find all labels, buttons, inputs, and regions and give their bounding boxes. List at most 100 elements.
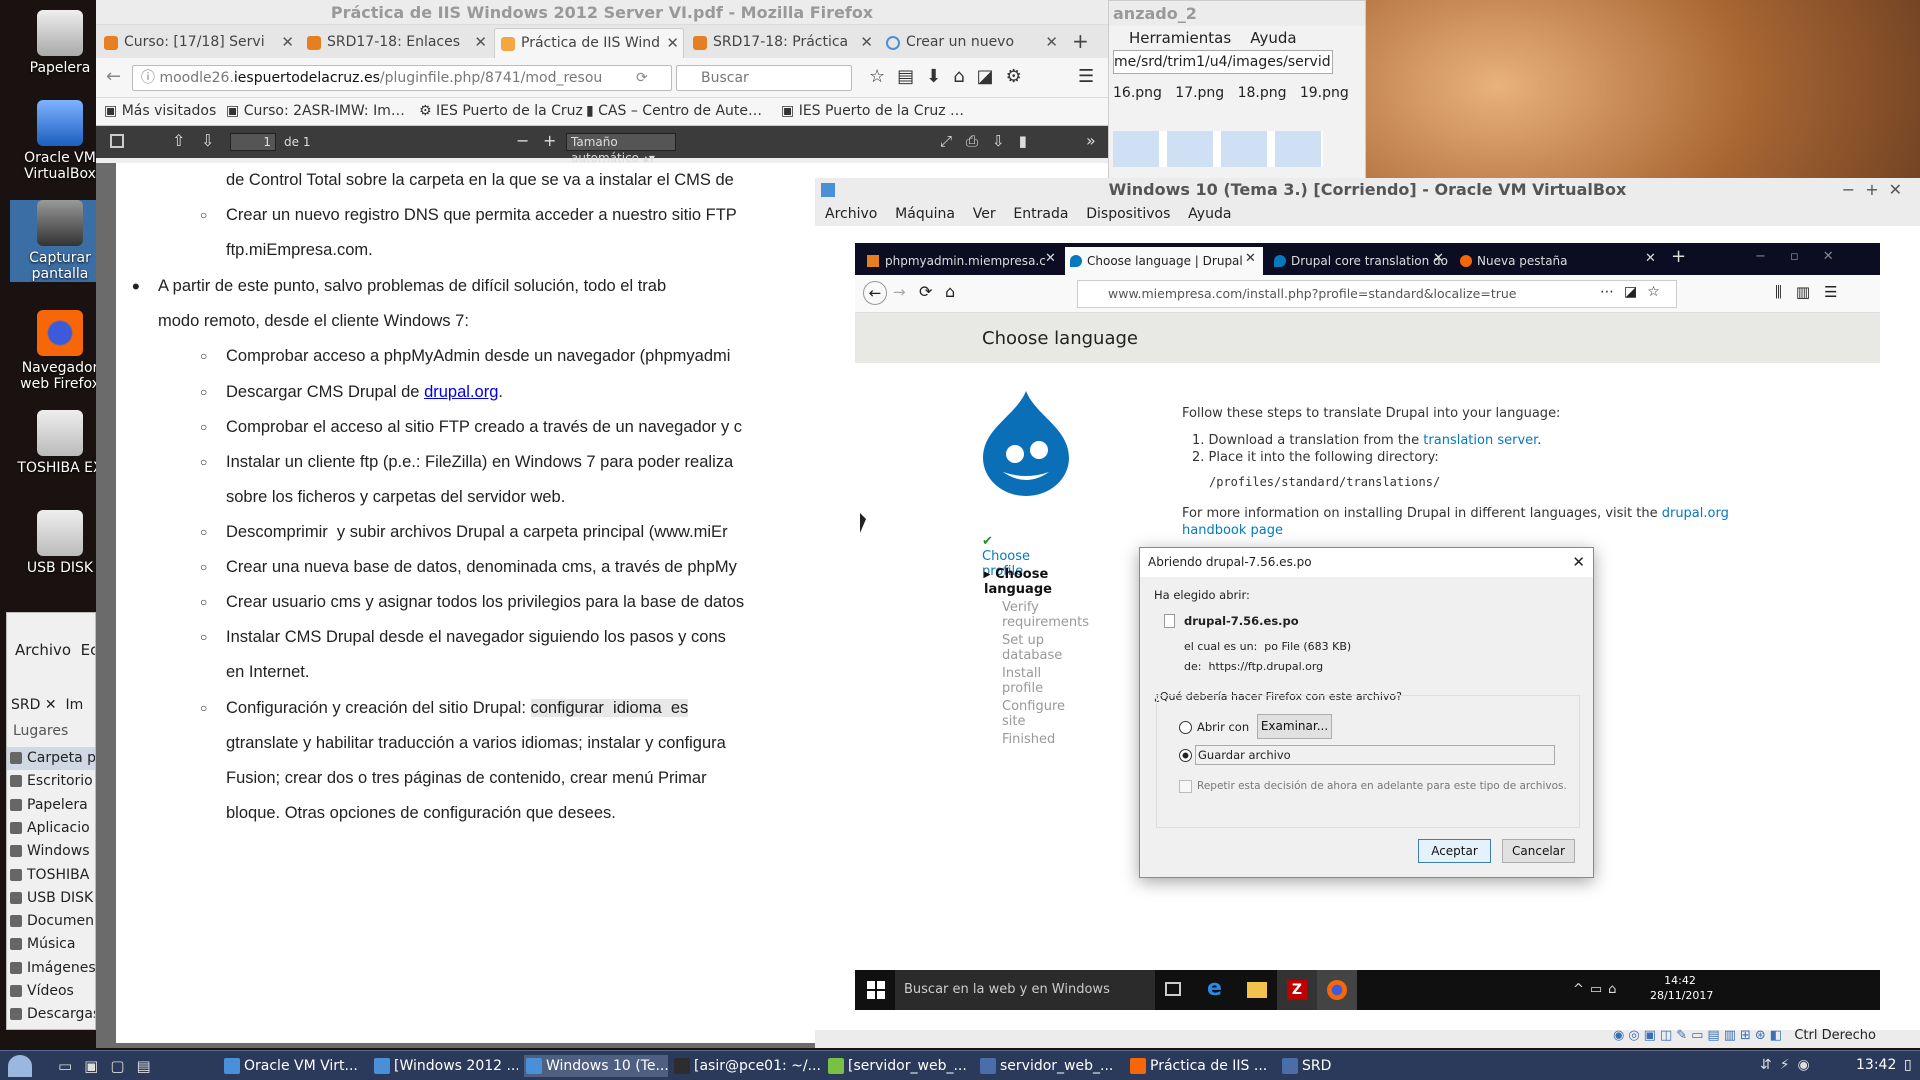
place-item[interactable]: Escritorio	[7, 770, 93, 793]
place-item[interactable]: USB DISK	[7, 887, 93, 910]
accept-button[interactable]: Aceptar	[1418, 839, 1491, 863]
bookmark-ies[interactable]: ⚙ IES Puerto de la Cruz	[419, 103, 583, 119]
systray-icons[interactable]: ⇵⚡◉	[1760, 1057, 1818, 1073]
filezilla-taskbar[interactable]: Z	[1277, 970, 1317, 1010]
page-down-icon[interactable]: ⇩	[201, 131, 214, 150]
close-icon[interactable]: ✕	[1645, 251, 1656, 266]
drupal-org-link[interactable]: drupal.org	[424, 383, 498, 401]
taskbar-item[interactable]: SRD	[1280, 1055, 1360, 1077]
tab-srd-enlaces[interactable]: SRD17-18: Enlaces c✕	[301, 28, 491, 78]
firefox-taskbar[interactable]	[1317, 970, 1357, 1010]
bookmark-cas[interactable]: ▮ CAS – Centro de Aute…	[586, 103, 762, 119]
guest-url-bar[interactable]: www.miempresa.com/install.php?profile=st…	[1077, 280, 1677, 308]
remember-checkbox[interactable]	[1179, 780, 1192, 793]
place-item[interactable]: Papelera	[7, 794, 88, 817]
menu-entrada[interactable]: Entrada	[1013, 206, 1068, 222]
window-controls[interactable]: −+✕	[1842, 178, 1912, 202]
guest-tab-choose-language[interactable]: Choose language | Drupal	[1065, 247, 1263, 275]
place-item[interactable]: Documen	[7, 910, 94, 933]
taskbar-item[interactable]: Oracle VM Virt...	[222, 1055, 364, 1077]
back-icon[interactable]: ←	[863, 281, 887, 305]
close-icon[interactable]: ✕	[1245, 251, 1256, 266]
win10-clock[interactable]: 14:42 28/11/2017	[1650, 973, 1713, 1003]
more-tools-icon[interactable]: »	[1086, 131, 1096, 150]
menu-help[interactable]: Ayuda	[1250, 29, 1296, 47]
windows-start-icon[interactable]	[867, 981, 885, 999]
menu-ayuda[interactable]: Ayuda	[1188, 206, 1231, 222]
reload-icon[interactable]: ⟳	[636, 70, 648, 86]
drupal-org-link[interactable]: drupal.org	[1662, 506, 1729, 521]
place-item[interactable]: Imágenes	[7, 957, 95, 980]
close-icon[interactable]: ✕	[1433, 251, 1444, 266]
menu-maquina[interactable]: Máquina	[895, 206, 955, 222]
tab-im[interactable]: Im	[66, 697, 84, 713]
page-actions-icons[interactable]: ⋯◪☆	[1600, 284, 1670, 300]
tab-crear-usuario[interactable]: Crear un nuevo usu✕	[880, 28, 1062, 78]
desktop-icon-toshiba[interactable]: TOSHIBA EX	[10, 410, 110, 476]
bookmark-most-visited[interactable]: ▣ Más visitados	[104, 103, 216, 119]
bookmark-curso[interactable]: ▣ Curso: 2ASR-IMW: Im…	[226, 103, 405, 119]
close-icon[interactable]: ✕	[281, 28, 294, 56]
cancel-button[interactable]: Cancelar	[1502, 839, 1575, 863]
open-with-radio[interactable]	[1179, 721, 1192, 734]
close-icon[interactable]: ✕	[1045, 251, 1056, 266]
reload-icon[interactable]: ⟳	[919, 282, 932, 301]
guest-window-controls[interactable]: −▫✕	[1755, 249, 1858, 264]
zoom-in-icon[interactable]: +	[543, 131, 556, 150]
menu-icon[interactable]: ☰	[1078, 66, 1094, 87]
device-status-icons[interactable]: ◉◎▣◫✎▭▤▥⊞⊛◧	[1613, 1028, 1786, 1043]
desktop-icon-firefox[interactable]: Navegador web Firefox	[10, 310, 110, 392]
back-icon[interactable]: ←	[106, 66, 121, 87]
bookmark-ies-2[interactable]: ▣ IES Puerto de la Cruz …	[781, 103, 964, 119]
taskbar-item[interactable]: servidor_web_...	[978, 1055, 1122, 1077]
tray-icons[interactable]: ^▭⌂	[1573, 982, 1622, 997]
forward-icon[interactable]: →	[893, 283, 906, 301]
menu-edit[interactable]: Ec	[81, 641, 95, 659]
tab-srd-practica[interactable]: SRD17-18: Práctica ✕	[687, 28, 877, 58]
guest-tab-phpmyadmin[interactable]: phpmyadmin.miempresa.c	[863, 247, 1063, 275]
menu-dispositivos[interactable]: Dispositivos	[1086, 206, 1170, 222]
sidebar-toggle-icon[interactable]	[110, 134, 124, 148]
translation-server-link[interactable]: translation server	[1423, 433, 1537, 448]
zoom-select[interactable]: Tamaño automático ▴▾	[566, 133, 676, 165]
library-icons[interactable]: ⫼▥☰	[1775, 283, 1852, 301]
show-desktop-icon[interactable]: ▯	[1904, 1057, 1912, 1073]
path-field[interactable]: me/srd/trim1/u4/images/servid	[1113, 50, 1333, 74]
handbook-link[interactable]: handbook page	[1182, 523, 1283, 538]
desktop-icon-screenshot[interactable]: Capturar pantalla	[10, 200, 110, 282]
tab-curso[interactable]: Curso: [17/18] Servi ✕	[98, 28, 298, 58]
taskbar-item[interactable]: Windows 10 (Te...	[524, 1055, 668, 1077]
task-view-icon[interactable]	[1165, 982, 1181, 996]
guest-tab-translation[interactable]: Drupal core translation do	[1269, 247, 1451, 275]
desktop-icon-trash[interactable]: Papelera	[10, 10, 110, 76]
home-icon[interactable]: ⌂	[945, 282, 955, 301]
close-icon[interactable]: ✕	[474, 28, 487, 56]
edge-icon[interactable]: e	[1207, 976, 1222, 1001]
toolbar-icons[interactable]: ☆▤⬇⌂◪⚙	[869, 66, 1034, 87]
file-item[interactable]: 18.png	[1238, 85, 1287, 101]
url-bar[interactable]: ⓘ moodle26.iespuertodelacruz.es/pluginfi…	[132, 65, 672, 91]
browse-button[interactable]: Examinar...	[1257, 714, 1332, 739]
menu-archivo[interactable]: Archivo	[825, 206, 877, 222]
menu-file[interactable]: Archivo	[15, 641, 71, 659]
desktop-icon-virtualbox[interactable]: Oracle VM VirtualBox	[10, 100, 110, 182]
place-item[interactable]: Carpeta p	[7, 747, 95, 770]
place-item[interactable]: Windows	[7, 840, 90, 863]
place-item[interactable]: Descargas	[7, 1003, 95, 1026]
place-item[interactable]: TOSHIBA	[7, 864, 89, 887]
tab-practica-iis[interactable]: Práctica de IIS Wind ✕	[494, 28, 684, 58]
desktop-icon-usbdisk[interactable]: USB DISK	[10, 510, 110, 576]
taskbar-item[interactable]: [asir@pce01: ~/...	[672, 1055, 820, 1077]
guest-tab-new[interactable]: Nueva pestaña	[1455, 247, 1635, 275]
taskbar-item[interactable]: Práctica de IIS ...	[1128, 1055, 1276, 1077]
new-tab-button[interactable]: +	[1671, 246, 1686, 267]
tab-srd[interactable]: SRD	[11, 697, 40, 713]
menu-tools[interactable]: Herramientas	[1129, 29, 1231, 47]
explorer-icon[interactable]	[1247, 982, 1267, 998]
place-item[interactable]: Aplicacio	[7, 817, 90, 840]
taskbar-item[interactable]: [servidor_web_...	[826, 1055, 974, 1077]
close-icon[interactable]: ✕	[1572, 548, 1585, 577]
win-search-box[interactable]: Buscar en la web y en Windows	[895, 970, 1155, 1010]
file-item[interactable]: 17.png	[1175, 85, 1224, 101]
host-clock[interactable]: 13:42	[1856, 1057, 1896, 1073]
